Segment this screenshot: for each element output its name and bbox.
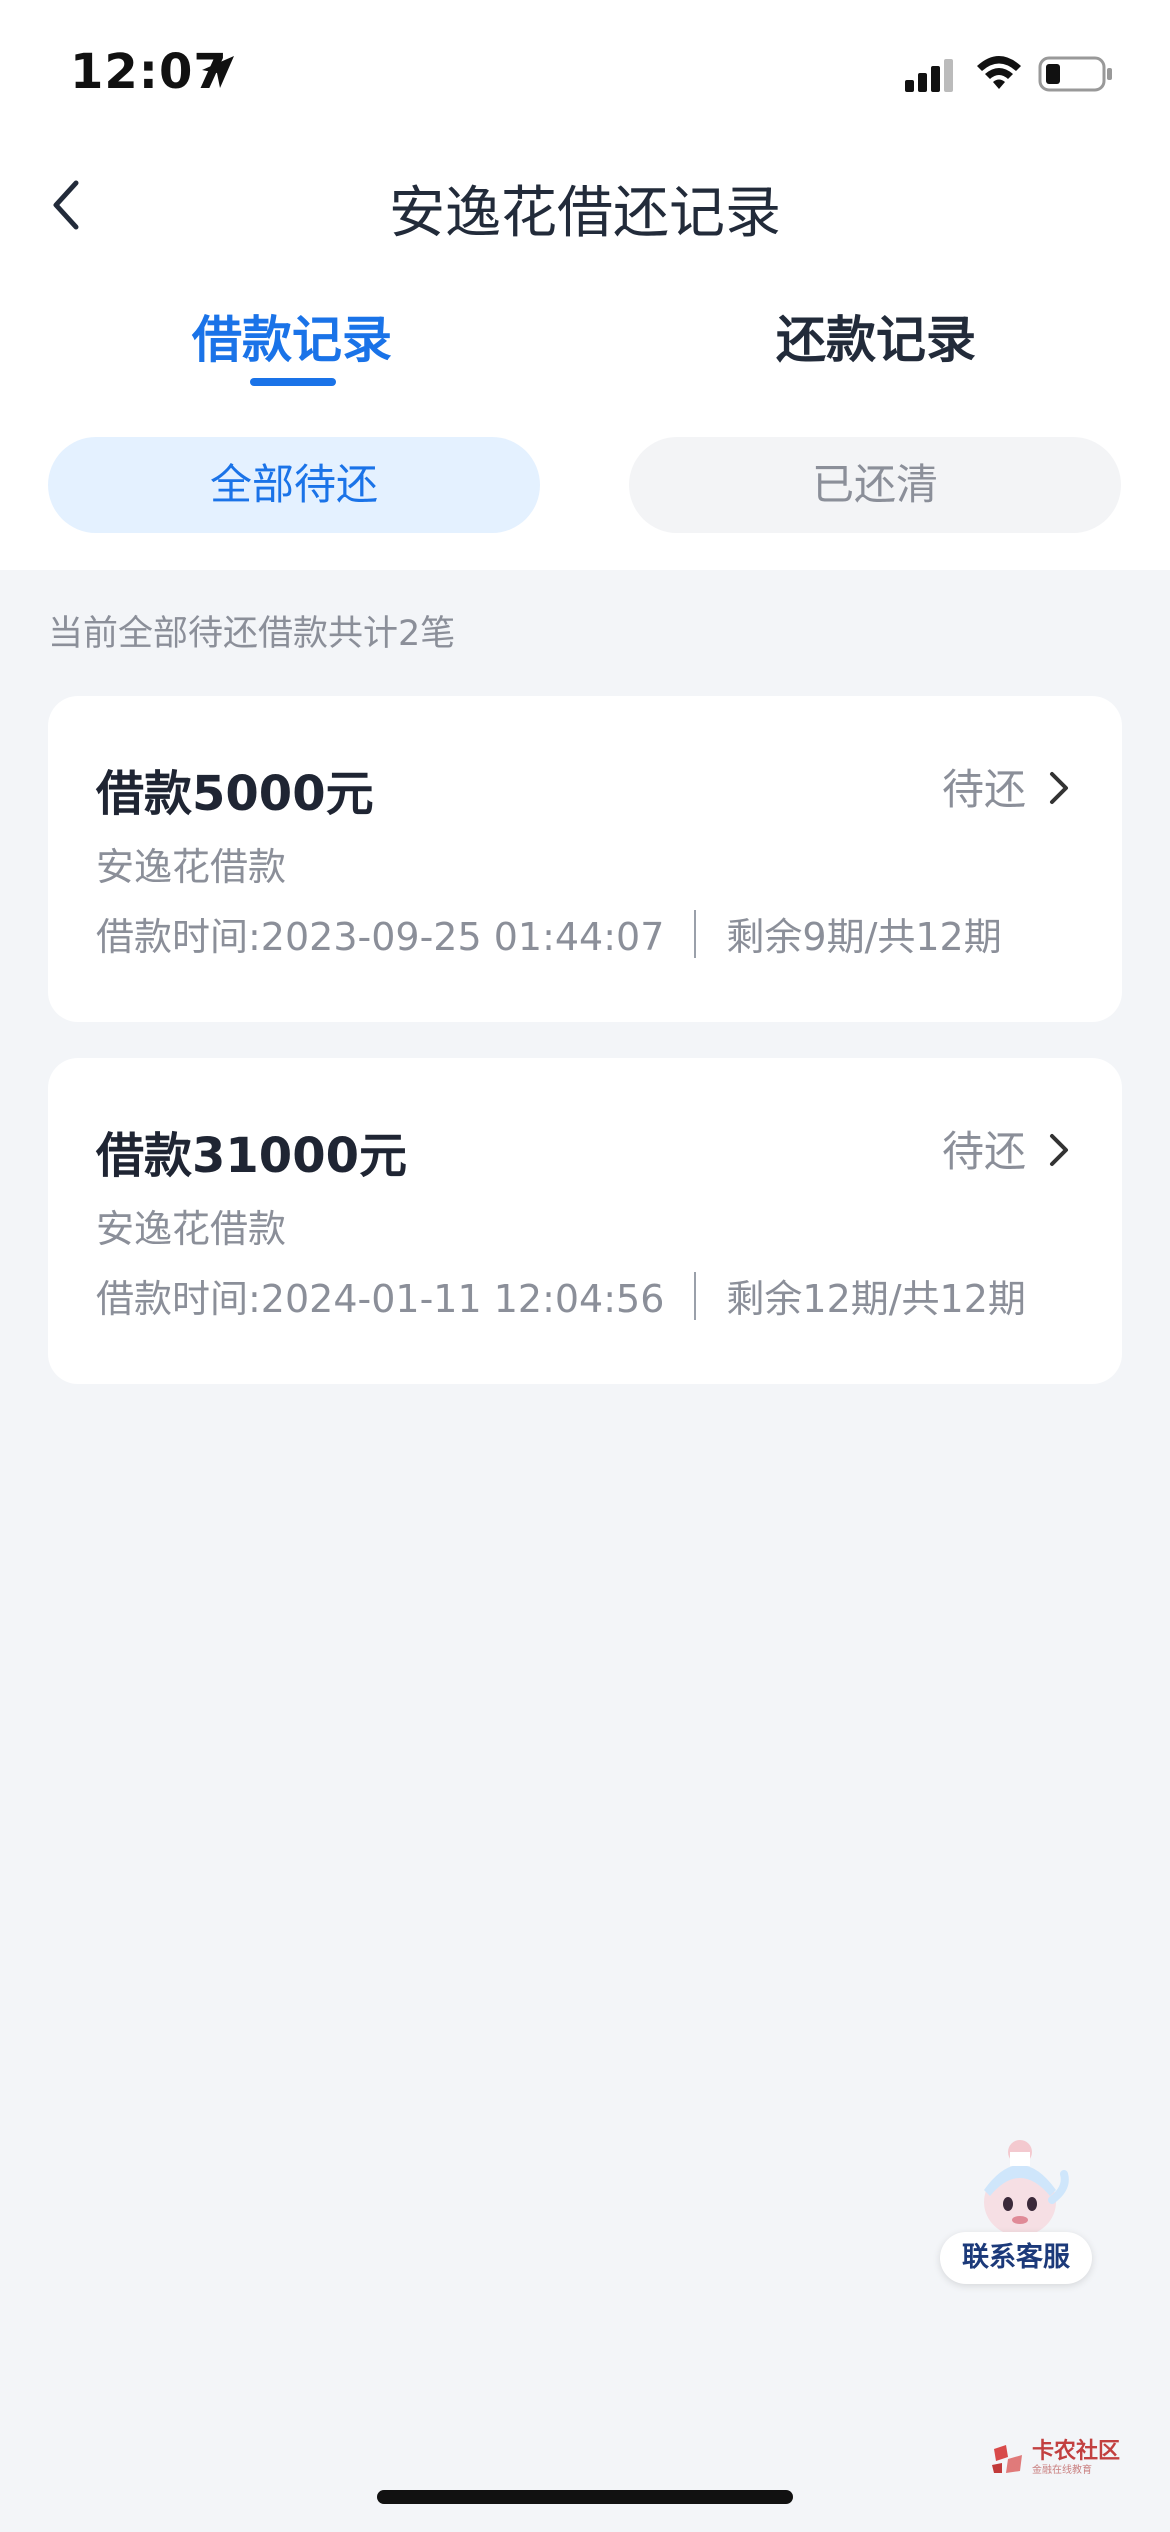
chevron-right-icon bbox=[1050, 772, 1068, 804]
home-indicator[interactable] bbox=[377, 2490, 793, 2504]
loan-amount: 借款31000元 bbox=[96, 1128, 407, 1184]
battery-icon bbox=[1038, 56, 1112, 92]
loan-product: 安逸花借款 bbox=[96, 1207, 287, 1251]
watermark-main-text: 卡农社区 bbox=[1032, 2439, 1121, 2464]
pending-summary: 当前全部待还借款共计2笔 bbox=[48, 614, 456, 654]
loan-product: 安逸花借款 bbox=[96, 845, 287, 889]
customer-service-button[interactable]: 联系客服 bbox=[940, 2130, 1098, 2288]
active-tab-indicator bbox=[250, 378, 336, 386]
meta-divider bbox=[694, 1271, 697, 1320]
tab-borrow-records[interactable]: 借款记录 bbox=[92, 300, 492, 372]
loan-periods: 剩余12期/共12期 bbox=[726, 1277, 1026, 1321]
chevron-right-icon bbox=[1050, 1134, 1068, 1166]
loan-time: 借款时间:2023-09-25 01:44:07 bbox=[96, 915, 665, 959]
customer-service-label: 联系客服 bbox=[940, 2232, 1092, 2284]
page-title: 安逸花借还记录 bbox=[389, 181, 781, 246]
location-arrow-icon bbox=[202, 56, 234, 88]
loan-card[interactable]: 借款31000元 待还 安逸花借款 借款时间:2024-01-11 12:04:… bbox=[48, 1058, 1122, 1384]
filter-all-pending[interactable]: 全部待还 bbox=[48, 437, 540, 533]
loan-amount: 借款5000元 bbox=[96, 766, 374, 822]
watermark-logo-icon bbox=[992, 2445, 1022, 2473]
watermark: 卡农社区 金融在线教育 bbox=[990, 2440, 1120, 2478]
loan-status: 待还 bbox=[941, 765, 1026, 814]
loan-time: 借款时间:2024-01-11 12:04:56 bbox=[96, 1277, 665, 1321]
filter-cleared[interactable]: 已还清 bbox=[629, 437, 1121, 533]
loan-meta: 借款时间:2024-01-11 12:04:56 剩余12期/共12期 bbox=[96, 1268, 1026, 1323]
tab-repay-records[interactable]: 还款记录 bbox=[676, 300, 1076, 372]
loan-status: 待还 bbox=[941, 1127, 1026, 1176]
watermark-sub-text: 金融在线教育 bbox=[1032, 2465, 1092, 2476]
watermark-text: 卡农社区 金融在线教育 bbox=[1032, 2440, 1120, 2478]
loan-periods: 剩余9期/共12期 bbox=[726, 915, 1002, 959]
wifi-icon bbox=[977, 56, 1021, 89]
meta-divider bbox=[694, 909, 697, 958]
loan-card[interactable]: 借款5000元 待还 安逸花借款 借款时间:2023-09-25 01:44:0… bbox=[48, 696, 1122, 1022]
loan-meta: 借款时间:2023-09-25 01:44:07 剩余9期/共12期 bbox=[96, 906, 1002, 961]
cellular-signal-icon bbox=[905, 59, 953, 92]
